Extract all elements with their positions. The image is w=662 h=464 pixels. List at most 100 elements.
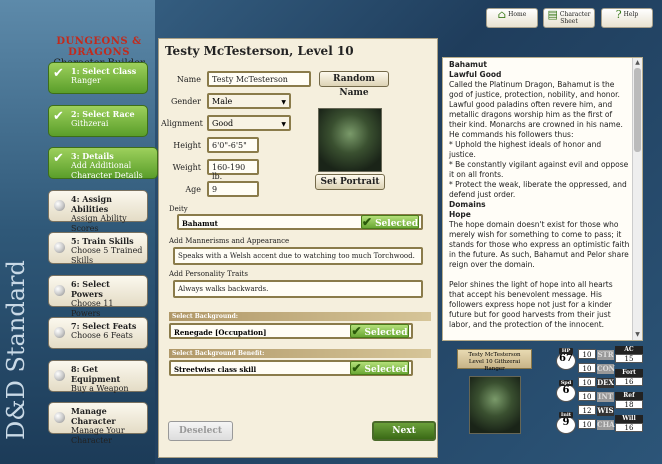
sheet-desc: Level 10 Githzerai Ranger: [468, 359, 521, 372]
defense-fort: Fort 16: [615, 369, 643, 386]
ability-row: 10 CHA: [578, 419, 615, 430]
step-4[interactable]: 4: Assign Abilities Assign Ability Scores: [48, 189, 148, 233]
gender-label: Gender: [171, 97, 201, 106]
character-sheet-button[interactable]: ▤ Character Sheet: [543, 8, 595, 28]
check-icon: ✔: [53, 108, 64, 124]
weight-field[interactable]: 160-190 lb.: [207, 159, 259, 181]
set-portrait-button[interactable]: Set Portrait: [315, 174, 385, 190]
ability-key: DEX: [597, 378, 614, 388]
ability-key: CON: [597, 364, 616, 374]
info-scrollbar[interactable]: ▲ ▼: [632, 58, 642, 340]
step-subtitle: Githzerai: [71, 118, 109, 128]
age-field[interactable]: 9: [207, 181, 259, 197]
home-button[interactable]: ⌂ Home: [486, 8, 538, 28]
scroll-down-icon[interactable]: ▼: [633, 330, 642, 340]
info-line: * Uphold the highest ideals of honor and…: [449, 140, 602, 159]
benefit-selected-button[interactable]: ✔ Selected: [350, 361, 409, 375]
step-5[interactable]: 5: Train Skills Choose 5 Trained Skills: [48, 232, 148, 265]
ability-key: INT: [597, 392, 614, 402]
info-line: Pelor shines the light of hope into all …: [449, 280, 613, 329]
alignment-select[interactable]: Good ▼: [207, 115, 291, 131]
page-title: Testy McTesterson, Level 10: [165, 44, 354, 58]
step-title: 6: Select Powers: [71, 278, 110, 299]
brand-name: DUNGEONS & DRAGONS: [56, 36, 142, 58]
info-line: Hope: [449, 210, 471, 219]
home-icon: ⌂: [497, 8, 507, 21]
weight-label: Weight: [172, 163, 201, 172]
speed-stat: Spd 6: [556, 380, 576, 402]
background-header: Select Background:: [169, 312, 431, 321]
info-line: [449, 270, 630, 280]
deity-info-panel: Bahamut Lawful Good Called the Platinum Dr…: [442, 57, 643, 341]
defense-label: AC: [615, 346, 643, 354]
defense-label: Fort: [615, 369, 643, 377]
name-label: Name: [176, 75, 201, 84]
step-1[interactable]: ✔ 1: Select Class Ranger: [48, 62, 148, 94]
step-title: 5: Train Skills: [71, 236, 134, 246]
height-field[interactable]: 6'0"-6'5": [207, 137, 259, 153]
step-9[interactable]: Manage Character Manage Your Character: [48, 402, 148, 445]
step-6[interactable]: 6: Select Powers Choose 11 Powers: [48, 274, 148, 318]
info-line: Bahamut: [449, 60, 487, 69]
step-title: 7: Select Feats: [71, 321, 137, 331]
defense-ac: AC 15: [615, 346, 643, 363]
deity-selected-button[interactable]: ✔ Selected: [361, 215, 419, 229]
sheet-portrait: [469, 376, 521, 434]
step-2[interactable]: ✔ 2: Select Race Githzerai: [48, 104, 148, 137]
step-title: 8: Get Equipment: [71, 363, 121, 384]
defense-value: 15: [615, 354, 643, 363]
initiative-stat: Init 9: [556, 412, 576, 434]
deity-label: Deity: [169, 205, 188, 213]
step-7[interactable]: 7: Select Feats Choose 6 Feats: [48, 317, 148, 349]
mannerisms-field[interactable]: Speaks with a Welsh accent due to watchi…: [173, 247, 423, 265]
defense-value: 18: [615, 400, 643, 409]
pin-icon: [54, 412, 65, 423]
step-3[interactable]: ✔ 3: Details Add Additional Character Deta…: [48, 147, 158, 180]
random-name-button[interactable]: Random Name: [319, 71, 389, 98]
check-icon: ✔: [53, 66, 64, 81]
personality-label: Add Personality Traits: [169, 270, 248, 278]
info-line: Called the Platinum Dragon, Bahamut is t…: [449, 80, 623, 139]
step-8[interactable]: 8: Get Equipment Buy a Weapon: [48, 359, 148, 393]
help-icon: ?: [615, 8, 622, 21]
step-subtitle: Choose 5 Trained Skills: [71, 246, 143, 265]
name-field[interactable]: Testy McTesterson: [207, 71, 311, 87]
info-line: Lawful Good: [449, 70, 502, 79]
gender-select[interactable]: Male ▼: [207, 93, 291, 109]
character-portrait: [318, 108, 382, 172]
ability-row: 10 CON: [578, 363, 616, 374]
deselect-button[interactable]: Deselect: [168, 421, 233, 441]
step-subtitle: Buy a Weapon: [71, 383, 129, 393]
sheet-icon: ▤: [547, 8, 558, 21]
help-button[interactable]: ? Help: [601, 8, 653, 28]
background-selected-button[interactable]: ✔ Selected: [350, 324, 409, 338]
info-line: Domains: [449, 200, 486, 209]
info-line: * Be constantly vigilant against evil an…: [449, 160, 629, 179]
step-title: 4: Assign Abilities: [71, 193, 112, 214]
info-text: Bahamut Lawful Good Called the Platinum Dr…: [449, 60, 630, 330]
pin-icon: [54, 284, 65, 296]
ability-value: 10: [578, 349, 596, 359]
age-label: Age: [185, 185, 201, 194]
defense-label: Ref: [615, 392, 643, 400]
next-button[interactable]: Next: [372, 421, 436, 441]
ability-row: 10 INT: [578, 391, 614, 402]
info-line: * Protect the weak, liberate the oppress…: [449, 180, 627, 199]
ability-value: 10: [578, 391, 596, 401]
check-icon: ✔: [53, 151, 64, 166]
step-subtitle: Add Additional Character Details: [71, 161, 143, 180]
step-title: 3: Details: [71, 151, 114, 161]
step-subtitle: Ranger: [71, 76, 101, 85]
ability-row: 12 WIS: [578, 405, 614, 416]
height-label: Height: [173, 141, 201, 150]
personality-field[interactable]: Always walks backwards.: [173, 280, 423, 298]
ability-key: STR: [597, 350, 614, 360]
step-title: 1: Select Class: [71, 66, 137, 76]
details-panel: Testy McTesterson, Level 10 Name Testy M…: [158, 38, 438, 458]
scroll-up-icon[interactable]: ▲: [633, 58, 642, 68]
scroll-thumb[interactable]: [634, 68, 641, 152]
ability-row: 10 DEX: [578, 377, 614, 388]
ability-row: 10 STR: [578, 349, 614, 360]
ability-value: 12: [578, 405, 596, 415]
pin-icon: [54, 369, 65, 381]
